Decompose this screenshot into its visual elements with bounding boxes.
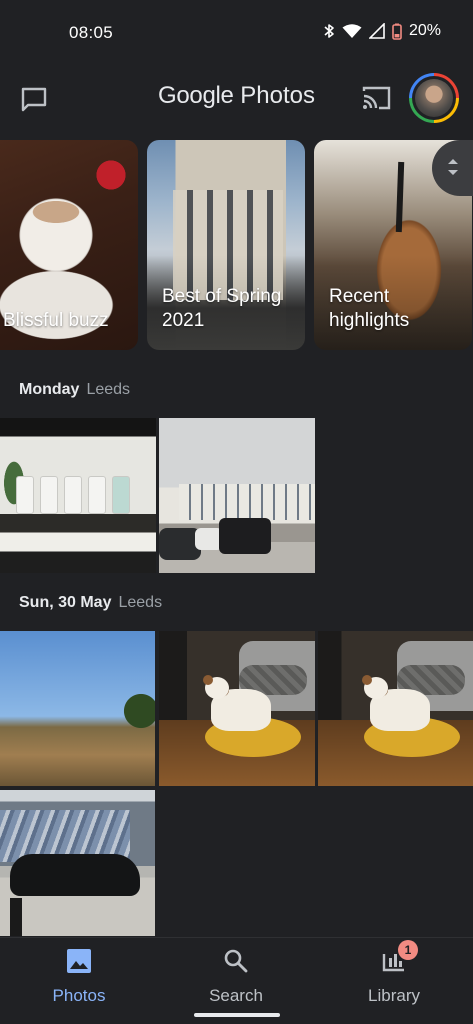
memory-label: Blissful buzz bbox=[3, 310, 109, 331]
memories-carousel[interactable]: Blissful buzz Best of Spring 2021 Recent… bbox=[0, 140, 473, 352]
signal-icon bbox=[368, 23, 385, 39]
location-label: Leeds bbox=[86, 381, 131, 398]
location-label: Leeds bbox=[118, 594, 163, 611]
photo-icon bbox=[66, 948, 92, 974]
photo-thumbnail[interactable] bbox=[318, 631, 473, 786]
date-header: Sun, 30 May Leeds bbox=[19, 594, 162, 612]
title-photos: Photos bbox=[240, 82, 315, 109]
date-label: Monday bbox=[19, 381, 80, 398]
title-google: Google bbox=[158, 82, 234, 109]
photo-thumbnail[interactable] bbox=[159, 631, 315, 786]
library-icon: 1 bbox=[381, 940, 418, 974]
memory-card[interactable]: Blissful buzz bbox=[0, 140, 138, 350]
nav-library[interactable]: 1 Library bbox=[334, 940, 454, 1006]
status-time: 08:05 bbox=[69, 23, 114, 42]
nav-library-label: Library bbox=[368, 986, 420, 1005]
date-header: Monday Leeds bbox=[19, 381, 130, 399]
nav-search[interactable]: Search bbox=[176, 948, 296, 1006]
battery-icon bbox=[392, 23, 402, 40]
app-header: Google Photos bbox=[0, 70, 473, 126]
nav-photos[interactable]: Photos bbox=[19, 948, 139, 1006]
photo-thumbnail[interactable] bbox=[159, 418, 315, 573]
nav-search-label: Search bbox=[209, 986, 263, 1005]
home-indicator[interactable] bbox=[194, 1013, 280, 1017]
notification-badge: 1 bbox=[398, 940, 418, 960]
battery-percent: 20% bbox=[408, 22, 441, 39]
cast-icon[interactable] bbox=[361, 84, 393, 112]
memory-label: Recent highlights bbox=[329, 286, 410, 331]
avatar-photo bbox=[415, 79, 453, 117]
bluetooth-icon bbox=[323, 23, 335, 39]
bottom-navigation: Photos Search 1 Library bbox=[0, 937, 473, 1024]
status-icons: 20% bbox=[323, 22, 441, 40]
date-label: Sun, 30 May bbox=[19, 594, 112, 611]
memory-card[interactable]: Best of Spring 2021 bbox=[147, 140, 305, 350]
photo-thumbnail[interactable] bbox=[0, 418, 156, 573]
status-bar: 08:05 20% bbox=[0, 0, 473, 64]
memory-label: Best of Spring 2021 bbox=[162, 286, 282, 331]
nav-photos-label: Photos bbox=[52, 986, 106, 1005]
avatar[interactable] bbox=[409, 73, 459, 123]
wifi-icon bbox=[342, 23, 362, 39]
app-title: Google Photos bbox=[0, 82, 473, 110]
memory-thumbnail bbox=[173, 176, 283, 300]
photo-thumbnail[interactable] bbox=[0, 631, 155, 786]
photo-thumbnail[interactable] bbox=[0, 790, 155, 936]
search-icon bbox=[223, 948, 249, 974]
